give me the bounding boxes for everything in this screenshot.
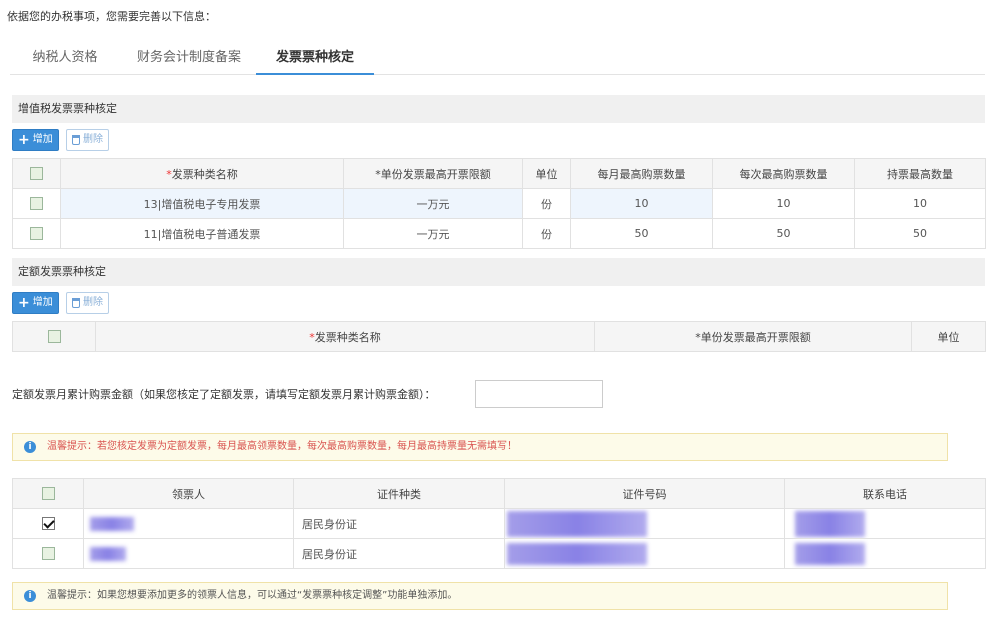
invoice-type-cell[interactable]: 11|增值税电子普通发票 — [60, 218, 344, 249]
id-type-cell: 居民身份证 — [293, 508, 505, 539]
per-purchase-qty-cell[interactable]: 10 — [712, 188, 855, 219]
tab-accounting-system-filing[interactable]: 财务会计制度备案 — [122, 40, 256, 75]
row-checkbox-checked[interactable] — [41, 517, 55, 531]
select-all-checkbox[interactable] — [47, 330, 61, 344]
monthly-total-label: 定额发票月累计购票金额（如果您核定了定额发票，请填写定额发票月累计购票金额）： — [12, 388, 436, 401]
monthly-total-input[interactable] — [475, 380, 603, 408]
tab-invoice-type-approval[interactable]: 发票票种核定 — [256, 40, 374, 75]
redacted-phone — [795, 510, 865, 537]
info-tip: i 温馨提示：如果您想要添加更多的领票人信息，可以通过“发票票种核定调整”功能单… — [12, 582, 948, 610]
select-all-checkbox[interactable] — [30, 167, 43, 181]
recipients-table: 领票人 证件种类 证件号码 联系电话 居民身份证 居民身份证 — [12, 478, 986, 569]
row-checkbox[interactable] — [30, 227, 43, 241]
col-header: *单份发票最高开票限额 — [343, 158, 523, 189]
table-header-row: 领票人 证件种类 证件号码 联系电话 — [12, 478, 986, 509]
row-select-cell[interactable] — [12, 188, 61, 219]
col-header: *发票种类名称 — [60, 158, 344, 189]
col-header-label: *单份发票最高开票限额 — [695, 330, 811, 344]
recipient-name-cell — [83, 508, 294, 539]
monthly-qty-cell[interactable]: 50 — [570, 218, 713, 249]
select-all-cell[interactable] — [12, 158, 61, 189]
limit-cell[interactable]: 一万元 — [343, 188, 523, 219]
col-header: *发票种类名称 — [95, 321, 595, 352]
warning-tip-text: 温馨提示：若您核定发票为定额发票，每月最高领票数量，每次最高购票数量，每月最高持… — [47, 441, 517, 452]
col-header: 领票人 — [83, 478, 294, 509]
redacted-id-number — [507, 510, 647, 537]
table-row: 居民身份证 — [12, 538, 986, 569]
unit-cell: 份 — [522, 218, 571, 249]
col-header-label: 发票种类名称 — [171, 167, 238, 181]
vat-delete-button[interactable]: 删除 — [66, 129, 109, 151]
col-header: 证件种类 — [293, 478, 505, 509]
table-row: 居民身份证 — [12, 508, 986, 539]
vat-add-button[interactable]: + 增加 — [12, 129, 59, 151]
trash-icon — [72, 298, 80, 308]
id-number-cell — [504, 538, 785, 569]
fixed-section-title: 定额发票票种核定 — [12, 258, 985, 286]
select-all-checkbox[interactable] — [41, 487, 55, 501]
redacted-name — [90, 546, 126, 561]
limit-cell[interactable]: 一万元 — [343, 218, 523, 249]
col-header: 单位 — [522, 158, 571, 189]
fixed-add-label: 增加 — [32, 297, 53, 308]
fixed-add-button[interactable]: + 增加 — [12, 292, 59, 314]
plus-icon: + — [18, 295, 30, 311]
row-checkbox[interactable] — [41, 547, 55, 561]
plus-icon: + — [18, 132, 30, 148]
table-row: 13|增值税电子专用发票 一万元 份 10 10 10 — [12, 188, 986, 219]
col-header-label: *单份发票最高开票限额 — [375, 167, 491, 181]
col-header: *单份发票最高开票限额 — [594, 321, 912, 352]
table-header-row: *发票种类名称 *单份发票最高开票限额 单位 每月最高购票数量 每次最高购票数量… — [12, 158, 986, 189]
max-held-qty-cell[interactable]: 50 — [854, 218, 986, 249]
id-type-cell: 居民身份证 — [293, 538, 505, 569]
table-header-row: *发票种类名称 *单份发票最高开票限额 单位 — [12, 321, 986, 352]
col-header: 每次最高购票数量 — [712, 158, 855, 189]
vat-invoice-table: *发票种类名称 *单份发票最高开票限额 单位 每月最高购票数量 每次最高购票数量… — [12, 158, 986, 249]
col-header: 单位 — [911, 321, 986, 352]
row-select-cell[interactable] — [12, 538, 84, 569]
row-checkbox[interactable] — [30, 197, 43, 211]
fixed-delete-button[interactable]: 删除 — [66, 292, 109, 314]
redacted-id-number — [507, 542, 647, 565]
info-icon: i — [24, 590, 36, 602]
info-tip-text: 温馨提示：如果您想要添加更多的领票人信息，可以通过“发票票种核定调整”功能单独添… — [47, 590, 458, 601]
fixed-delete-label: 删除 — [83, 297, 103, 308]
per-purchase-qty-cell[interactable]: 50 — [712, 218, 855, 249]
row-select-cell[interactable] — [12, 508, 84, 539]
vat-delete-label: 删除 — [83, 134, 103, 145]
max-held-qty-cell[interactable]: 10 — [854, 188, 986, 219]
tab-taxpayer-qualification[interactable]: 纳税人资格 — [18, 40, 112, 75]
vat-add-label: 增加 — [32, 134, 53, 145]
id-number-cell — [504, 508, 785, 539]
row-select-cell[interactable] — [12, 218, 61, 249]
recipient-name-cell — [83, 538, 294, 569]
col-header: 联系电话 — [784, 478, 986, 509]
monthly-qty-cell[interactable]: 10 — [570, 188, 713, 219]
select-all-cell[interactable] — [12, 478, 84, 509]
vat-section-title: 增值税发票票种核定 — [12, 95, 985, 123]
intro-text: 依据您的办税事项，您需要完善以下信息： — [7, 10, 216, 23]
fixed-invoice-table: *发票种类名称 *单份发票最高开票限额 单位 — [12, 321, 986, 352]
unit-cell: 份 — [522, 188, 571, 219]
warning-tip: i 温馨提示：若您核定发票为定额发票，每月最高领票数量，每次最高购票数量，每月最… — [12, 433, 948, 461]
invoice-type-cell[interactable]: 13|增值税电子专用发票 — [60, 188, 344, 219]
select-all-cell[interactable] — [12, 321, 96, 352]
tab-bar: 纳税人资格 财务会计制度备案 发票票种核定 — [10, 40, 985, 75]
col-header: 每月最高购票数量 — [570, 158, 713, 189]
col-header-label: 发票种类名称 — [314, 330, 381, 344]
redacted-name — [90, 516, 134, 531]
phone-cell — [784, 538, 986, 569]
info-icon: i — [24, 441, 36, 453]
col-header: 持票最高数量 — [854, 158, 986, 189]
trash-icon — [72, 135, 80, 145]
redacted-phone — [795, 542, 865, 565]
table-row: 11|增值税电子普通发票 一万元 份 50 50 50 — [12, 218, 986, 249]
col-header: 证件号码 — [504, 478, 785, 509]
phone-cell — [784, 508, 986, 539]
